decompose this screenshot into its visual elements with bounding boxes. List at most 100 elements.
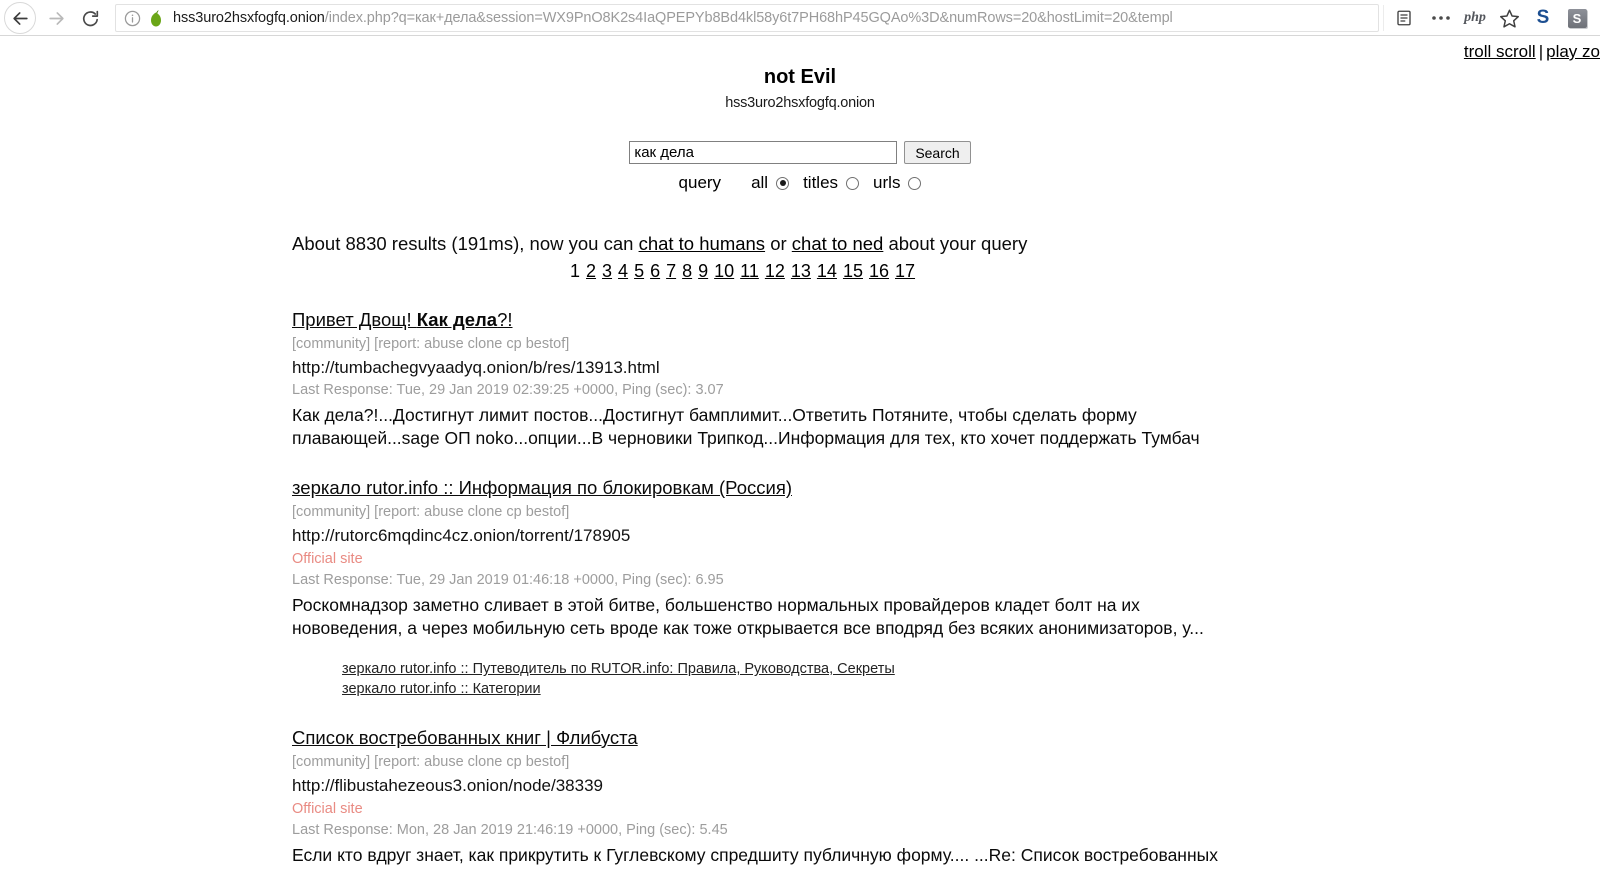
pagination-page-2[interactable]: 2	[586, 261, 596, 281]
result-title-text-tail: ?!	[497, 309, 513, 330]
pagination-page-10[interactable]: 10	[714, 261, 734, 281]
scope-option-urls[interactable]: urls	[873, 173, 922, 193]
reload-icon	[82, 10, 98, 26]
extension-s-blue-button[interactable]: S	[1526, 1, 1560, 35]
forward-button[interactable]	[39, 1, 73, 35]
chat-to-humans-link[interactable]: chat to humans	[639, 233, 766, 254]
pagination-page-5[interactable]: 5	[634, 261, 644, 281]
result-snippet: Роскомнадзор заметно сливает в этой битв…	[292, 594, 1204, 638]
scope-option-all-label: all	[751, 173, 769, 192]
scope-option-titles-label: titles	[803, 173, 839, 192]
scope-radio-titles[interactable]	[846, 176, 860, 190]
result-tags[interactable]: [community] [report: abuse clone cp best…	[292, 753, 1252, 772]
pagination-page-6[interactable]: 6	[650, 261, 660, 281]
result-sublinks: зеркало rutor.info :: Путеводитель по RU…	[292, 660, 1252, 700]
scope-option-titles[interactable]: titles	[803, 173, 860, 193]
pagination-page-16[interactable]: 16	[869, 261, 889, 281]
results-summary: About 8830 results (191ms), now you can …	[292, 233, 1600, 255]
result-url[interactable]: http://rutorc6mqdinc4cz.onion/torrent/17…	[292, 525, 1252, 547]
pagination-page-14[interactable]: 14	[817, 261, 837, 281]
result-title-link[interactable]: Список востребованных книг | Флибуста	[292, 726, 638, 749]
result-sublink[interactable]: зеркало rutor.info :: Категории	[342, 680, 1252, 700]
pagination-page-7[interactable]: 7	[666, 261, 676, 281]
pagination-page-11[interactable]: 11	[740, 261, 759, 281]
s-box-icon: S	[1567, 8, 1587, 28]
search-results-list: Привет Двощ! Как дела?! [community] [repo…	[292, 308, 1600, 869]
result-snippet: Как дела?!...Достигнут лимит постов...До…	[292, 404, 1200, 448]
reader-view-button[interactable]	[1383, 5, 1424, 31]
result-title-link[interactable]: зеркало rutor.info :: Информация по блок…	[292, 476, 792, 499]
pagination-page-9[interactable]: 9	[698, 261, 708, 281]
results-container: About 8830 results (191ms), now you can …	[0, 233, 1600, 869]
result-url[interactable]: http://tumbachegvyaadyq.onion/b/res/1391…	[292, 357, 1252, 379]
search-input[interactable]	[629, 141, 898, 164]
top-right-links: troll scroll | play zo	[1464, 42, 1600, 62]
chat-to-ned-link[interactable]: chat to ned	[792, 233, 884, 254]
search-result: Привет Двощ! Как дела?! [community] [repo…	[292, 308, 1252, 450]
pagination-page-13[interactable]: 13	[791, 261, 811, 281]
pagination-page-8[interactable]: 8	[682, 261, 692, 281]
search-row: Search	[0, 141, 1600, 164]
forward-arrow-icon	[48, 11, 64, 25]
scope-radio-urls[interactable]	[908, 176, 922, 190]
scope-option-urls-label: urls	[873, 173, 901, 192]
onion-favicon-icon	[151, 9, 161, 27]
more-options-icon	[1432, 16, 1450, 20]
pagination-current-page: 1	[570, 261, 581, 281]
search-button[interactable]: Search	[904, 141, 971, 164]
back-arrow-icon	[12, 11, 28, 25]
s-blue-icon: S	[1536, 7, 1550, 28]
result-tags[interactable]: [community] [report: abuse clone cp best…	[292, 335, 1252, 354]
address-bar[interactable]: hss3uro2hsxfogfq.onion/index.php?q=как+д…	[115, 4, 1379, 32]
pagination-page-17[interactable]: 17	[895, 261, 915, 281]
result-title-highlight: Как дела	[416, 309, 498, 330]
search-form: Search query all titles urls	[0, 141, 1600, 193]
result-url[interactable]: http://flibustahezeous3.onion/node/38339	[292, 775, 1252, 797]
result-last-response: Last Response: Mon, 28 Jan 2019 21:46:19…	[292, 821, 728, 838]
page-content: troll scroll | play zo not Evil hss3uro2hs…	[0, 36, 1600, 869]
site-onion-address: hss3uro2hsxfogfq.onion	[725, 95, 875, 111]
pagination-page-12[interactable]: 12	[765, 261, 785, 281]
result-sublink[interactable]: зеркало rutor.info :: Путеводитель по RU…	[342, 660, 1252, 680]
extension-s-box-button[interactable]: S	[1560, 1, 1594, 35]
result-last-response: Last Response: Tue, 29 Jan 2019 02:39:25…	[292, 382, 724, 399]
bookmark-button[interactable]	[1492, 1, 1526, 35]
link-separator: |	[1538, 42, 1544, 61]
pagination-page-15[interactable]: 15	[843, 261, 863, 281]
info-icon[interactable]	[124, 10, 141, 27]
troll-scroll-link[interactable]: troll scroll	[1464, 42, 1536, 61]
url-domain: hss3uro2hsxfogfq.onion	[173, 10, 325, 26]
scope-radio-all[interactable]	[776, 176, 790, 190]
scope-option-all[interactable]: all	[751, 173, 790, 193]
site-header: not Evil hss3uro2hsxfogfq.onion	[0, 36, 1600, 111]
back-button[interactable]	[4, 2, 36, 34]
results-summary-suffix: about your query	[883, 233, 1028, 254]
result-snippet: Если кто вдруг знает, как прикрутить к Г…	[292, 844, 1218, 869]
result-title-text: зеркало rutor.info :: Информация по блок…	[292, 477, 792, 499]
reload-button[interactable]	[73, 1, 107, 35]
result-title-text: Привет Двощ!	[292, 309, 417, 330]
browser-toolbar: hss3uro2hsxfogfq.onion/index.php?q=как+д…	[0, 0, 1600, 36]
reader-view-icon	[1397, 10, 1411, 26]
url-path: /index.php?q=как+дела&session=WX9PnO8K2s…	[324, 10, 1173, 26]
site-title: not Evil	[763, 66, 837, 88]
result-tags[interactable]: [community] [report: abuse clone cp best…	[292, 503, 1252, 522]
result-official-site-badge: Official site	[292, 551, 363, 568]
pagination-page-3[interactable]: 3	[602, 261, 612, 281]
result-official-site-badge: Official site	[292, 800, 363, 817]
scope-label: query	[678, 173, 722, 192]
address-bar-text: hss3uro2hsxfogfq.onion/index.php?q=как+д…	[173, 10, 1370, 26]
pagination-page-4[interactable]: 4	[618, 261, 628, 281]
result-title-text: Список востребованных книг | Флибуста	[292, 726, 638, 748]
php-extension-button[interactable]: php	[1458, 1, 1492, 35]
php-icon: php	[1464, 10, 1486, 25]
result-last-response: Last Response: Tue, 29 Jan 2019 01:46:18…	[292, 572, 724, 588]
result-title-link[interactable]: Привет Двощ! Как дела?!	[292, 308, 513, 331]
search-result: зеркало rutor.info :: Информация по блок…	[292, 476, 1252, 700]
more-options-button[interactable]	[1424, 1, 1458, 35]
star-icon	[1499, 9, 1519, 28]
search-result: Список востребованных книг | Флибуста [co…	[292, 726, 1252, 869]
pagination: 1 2 3 4 5 6 7 8 9 10 11 12 13 14 15 16 17	[292, 261, 1600, 282]
play-zork-link[interactable]: play zo	[1546, 42, 1600, 61]
results-summary-mid: or	[765, 233, 792, 254]
